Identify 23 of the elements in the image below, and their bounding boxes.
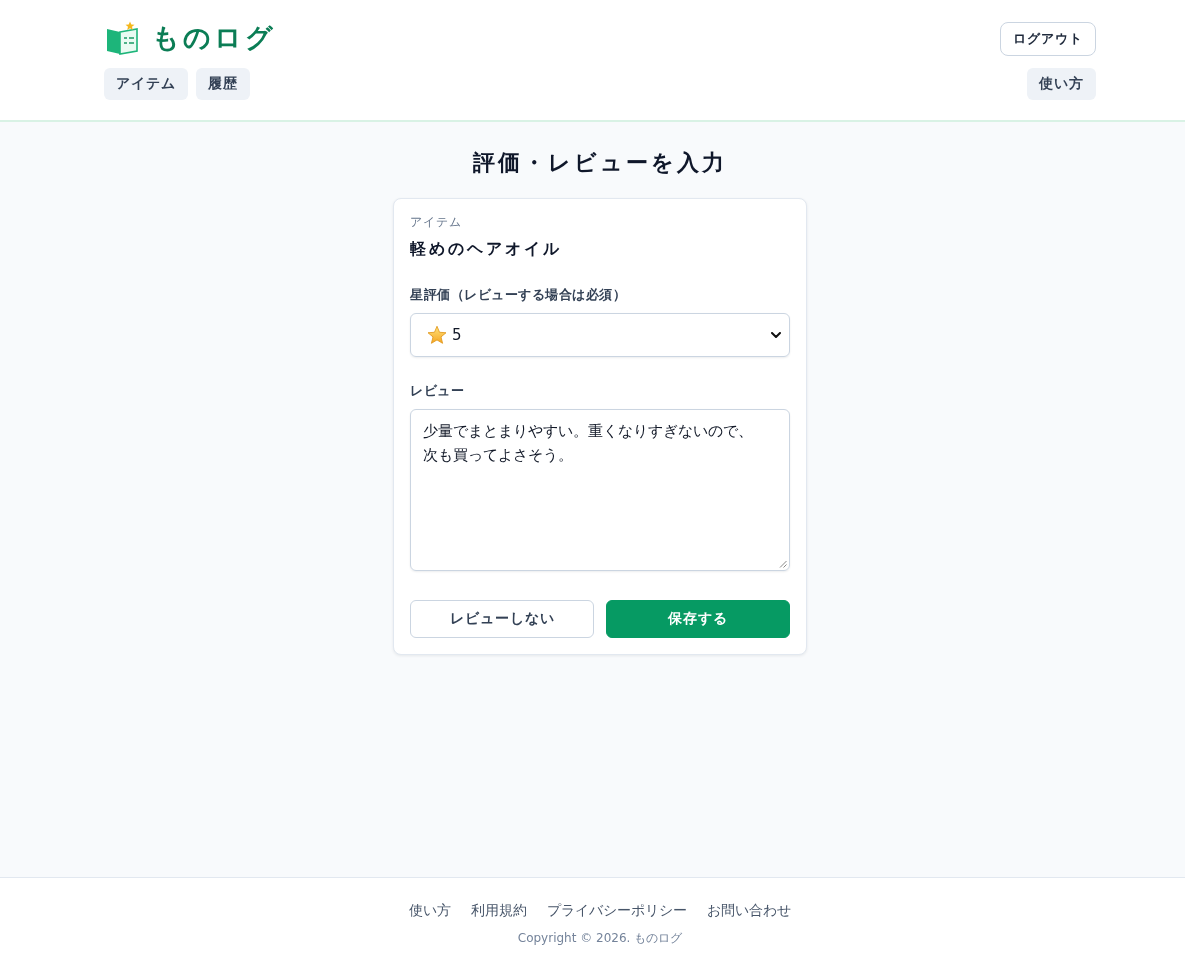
star-icon <box>427 325 447 345</box>
footer-link[interactable]: お問い合わせ <box>707 900 791 920</box>
resize-handle-icon <box>779 560 787 568</box>
footer-link[interactable]: 利用規約 <box>471 900 527 920</box>
footer-link[interactable]: 使い方 <box>409 900 451 920</box>
nav-link[interactable]: アイテム <box>104 68 188 100</box>
copyright-text: Copyright © 2026. ものログ <box>517 930 683 947</box>
save-button[interactable]: 保存する <box>606 600 790 638</box>
help-link[interactable]: 使い方 <box>1027 68 1096 100</box>
logo-text[interactable]: ものログ <box>152 21 276 55</box>
notebook-logo-icon <box>106 21 138 55</box>
review-textarea[interactable]: 少量でまとまりやすい。重くなりすぎないので、次も買ってよさそう。 <box>410 409 790 571</box>
rating-label: 星評価（レビューする場合は必須） <box>410 286 627 304</box>
rating-select[interactable]: 5 <box>410 313 790 357</box>
skip-review-button[interactable]: レビューしない <box>410 600 594 638</box>
item-label: アイテム <box>410 214 463 231</box>
logout-button[interactable]: ログアウト <box>1000 21 1096 56</box>
item-name: 軽めのヘアオイル <box>410 238 563 260</box>
chevron-down-icon <box>771 332 781 338</box>
nav-link[interactable]: 履歴 <box>196 68 250 100</box>
footer-link[interactable]: プライバシーポリシー <box>547 900 687 920</box>
review-label: レビュー <box>410 382 465 400</box>
page-title: 評価・レビューを入力 <box>473 149 727 177</box>
